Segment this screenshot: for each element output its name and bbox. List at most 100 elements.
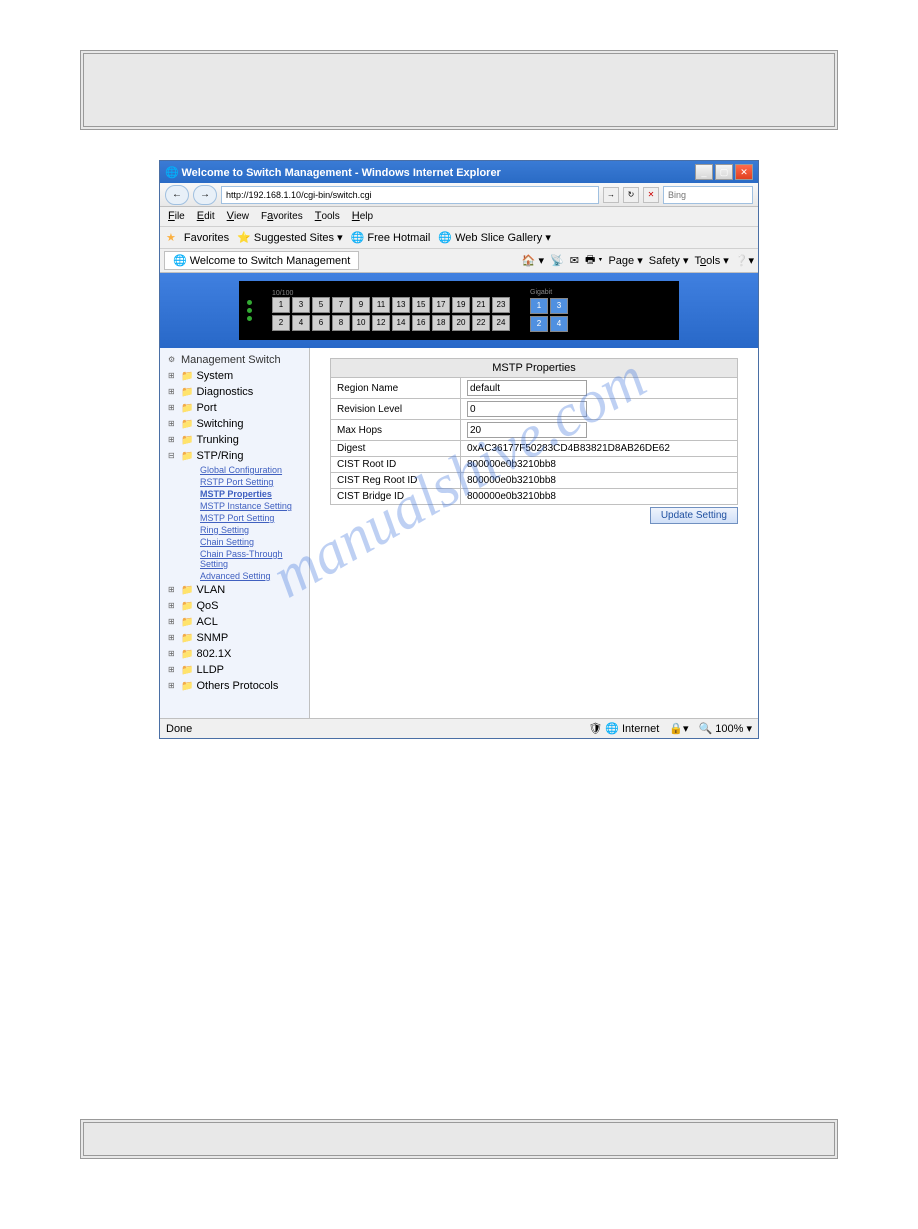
tree-link-mstp-properties[interactable]: MSTP Properties bbox=[184, 488, 309, 500]
print-icon[interactable]: 🖶 ▾ bbox=[585, 251, 603, 270]
switch-port-2[interactable]: 2 bbox=[272, 315, 290, 331]
browser-tab[interactable]: 🌐 Welcome to Switch Management bbox=[164, 251, 359, 270]
web-slice-gallery-link[interactable]: 🌐 Web Slice Gallery ▾ bbox=[438, 231, 551, 244]
tree-link-chain-setting[interactable]: Chain Setting bbox=[184, 536, 309, 548]
tree-item-others-protocols[interactable]: ⊞📁Others Protocols bbox=[160, 678, 309, 694]
revision-level-input[interactable] bbox=[467, 401, 587, 417]
safety-menu[interactable]: Safety ▾ bbox=[649, 254, 689, 267]
switch-port-17[interactable]: 17 bbox=[432, 297, 450, 313]
top-note-box bbox=[80, 50, 838, 130]
switch-port-21[interactable]: 21 bbox=[472, 297, 490, 313]
switch-port-10[interactable]: 10 bbox=[352, 315, 370, 331]
refresh-button[interactable]: ↻ bbox=[623, 187, 639, 203]
update-setting-button[interactable]: Update Setting bbox=[650, 507, 738, 524]
region-name-input[interactable] bbox=[467, 380, 587, 396]
search-input[interactable] bbox=[663, 186, 753, 204]
switch-port-13[interactable]: 13 bbox=[392, 297, 410, 313]
switch-port-12[interactable]: 12 bbox=[372, 315, 390, 331]
property-label: CIST Bridge ID bbox=[331, 489, 461, 505]
gigabit-port-1[interactable]: 1 bbox=[530, 298, 548, 314]
tools-menu[interactable]: Tools ▾ bbox=[695, 254, 729, 267]
switch-port-23[interactable]: 23 bbox=[492, 297, 510, 313]
switch-port-5[interactable]: 5 bbox=[312, 297, 330, 313]
tree-item-system[interactable]: ⊞📁System bbox=[160, 368, 309, 384]
tree-link-rstp-port-setting[interactable]: RSTP Port Setting bbox=[184, 476, 309, 488]
tree-item-label: Port bbox=[196, 402, 216, 414]
menu-help[interactable]: Help bbox=[352, 210, 373, 223]
tree-link-chain-pass-through-setting[interactable]: Chain Pass-Through Setting bbox=[184, 548, 309, 570]
stop-button[interactable]: ✕ bbox=[643, 187, 659, 203]
address-bar[interactable] bbox=[221, 186, 599, 204]
switch-port-8[interactable]: 8 bbox=[332, 315, 350, 331]
tree-item-stp-ring[interactable]: ⊟📁STP/Ring bbox=[160, 448, 309, 464]
tree-link-mstp-port-setting[interactable]: MSTP Port Setting bbox=[184, 512, 309, 524]
tree-link-mstp-instance-setting[interactable]: MSTP Instance Setting bbox=[184, 500, 309, 512]
tree-item-qos[interactable]: ⊞📁QoS bbox=[160, 598, 309, 614]
menu-tools[interactable]: Tools bbox=[315, 210, 340, 223]
tree-item-switching[interactable]: ⊞📁Switching bbox=[160, 416, 309, 432]
tree-item-label: Diagnostics bbox=[196, 386, 253, 398]
tree-item-snmp[interactable]: ⊞📁SNMP bbox=[160, 630, 309, 646]
tree-item-port[interactable]: ⊞📁Port bbox=[160, 400, 309, 416]
gigabit-port-2[interactable]: 2 bbox=[530, 316, 548, 332]
minimize-button[interactable]: _ bbox=[695, 164, 713, 180]
gigabit-port-3[interactable]: 3 bbox=[550, 298, 568, 314]
expand-icon: ⊞ bbox=[168, 435, 178, 445]
switch-port-3[interactable]: 3 bbox=[292, 297, 310, 313]
switch-port-16[interactable]: 16 bbox=[412, 315, 430, 331]
tree-link-ring-setting[interactable]: Ring Setting bbox=[184, 524, 309, 536]
tree-item-diagnostics[interactable]: ⊞📁Diagnostics bbox=[160, 384, 309, 400]
switch-port-6[interactable]: 6 bbox=[312, 315, 330, 331]
max-hops-input[interactable] bbox=[467, 422, 587, 438]
property-value-cell: 800000e0b3210bb8 bbox=[461, 473, 738, 489]
properties-panel: MSTP Properties Region NameRevision Leve… bbox=[310, 348, 758, 718]
menu-bar: FFileile Edit View Favorites Tools Help bbox=[160, 207, 758, 227]
gigabit-port-4[interactable]: 4 bbox=[550, 316, 568, 332]
maximize-button[interactable]: ▢ bbox=[715, 164, 733, 180]
favorites-label[interactable]: Favorites bbox=[184, 232, 229, 244]
tree-item-trunking[interactable]: ⊞📁Trunking bbox=[160, 432, 309, 448]
page-menu[interactable]: Page ▾ bbox=[608, 254, 642, 267]
free-hotmail-link[interactable]: 🌐 Free Hotmail bbox=[351, 231, 431, 244]
switch-port-22[interactable]: 22 bbox=[472, 315, 490, 331]
menu-view[interactable]: View bbox=[227, 210, 249, 223]
folder-icon: 📁 bbox=[181, 419, 193, 430]
tree-item-lldp[interactable]: ⊞📁LLDP bbox=[160, 662, 309, 678]
tree-item-label: SNMP bbox=[196, 632, 228, 644]
switch-port-20[interactable]: 20 bbox=[452, 315, 470, 331]
switch-port-24[interactable]: 24 bbox=[492, 315, 510, 331]
menu-file[interactable]: FFileile bbox=[168, 210, 185, 223]
property-row: Revision Level bbox=[331, 399, 738, 420]
menu-edit[interactable]: Edit bbox=[197, 210, 215, 223]
star-icon: ★ bbox=[166, 231, 176, 244]
tree-item-vlan[interactable]: ⊞📁VLAN bbox=[160, 582, 309, 598]
suggested-sites-link[interactable]: ⭐ Suggested Sites ▾ bbox=[237, 231, 342, 244]
forward-button[interactable]: → bbox=[193, 185, 217, 205]
switch-port-14[interactable]: 14 bbox=[392, 315, 410, 331]
feeds-icon[interactable]: 📡 bbox=[550, 254, 564, 267]
switch-port-7[interactable]: 7 bbox=[332, 297, 350, 313]
switch-port-1[interactable]: 1 bbox=[272, 297, 290, 313]
switch-port-4[interactable]: 4 bbox=[292, 315, 310, 331]
tree-item-802-1x[interactable]: ⊞📁802.1X bbox=[160, 646, 309, 662]
home-icon[interactable]: 🏠 ▾ bbox=[522, 254, 544, 267]
switch-port-18[interactable]: 18 bbox=[432, 315, 450, 331]
switch-port-11[interactable]: 11 bbox=[372, 297, 390, 313]
switch-port-9[interactable]: 9 bbox=[352, 297, 370, 313]
switch-port-15[interactable]: 15 bbox=[412, 297, 430, 313]
tree-item-acl[interactable]: ⊞📁ACL bbox=[160, 614, 309, 630]
expand-icon: ⊞ bbox=[168, 371, 178, 381]
zoom-level[interactable]: 🔍 100% ▾ bbox=[699, 722, 752, 735]
expand-icon: ⊞ bbox=[168, 649, 178, 659]
go-button[interactable]: → bbox=[603, 187, 619, 203]
help-icon[interactable]: ❔▾ bbox=[735, 254, 754, 267]
mail-icon[interactable]: ✉ bbox=[570, 254, 579, 267]
folder-icon: 📁 bbox=[181, 601, 193, 612]
tree-root[interactable]: ⚙ Management Switch bbox=[160, 352, 309, 368]
tree-link-global-configuration[interactable]: Global Configuration bbox=[184, 464, 309, 476]
tree-link-advanced-setting[interactable]: Advanced Setting bbox=[184, 570, 309, 582]
menu-favorites[interactable]: Favorites bbox=[261, 210, 303, 223]
switch-port-19[interactable]: 19 bbox=[452, 297, 470, 313]
back-button[interactable]: ← bbox=[165, 185, 189, 205]
close-button[interactable]: ✕ bbox=[735, 164, 753, 180]
